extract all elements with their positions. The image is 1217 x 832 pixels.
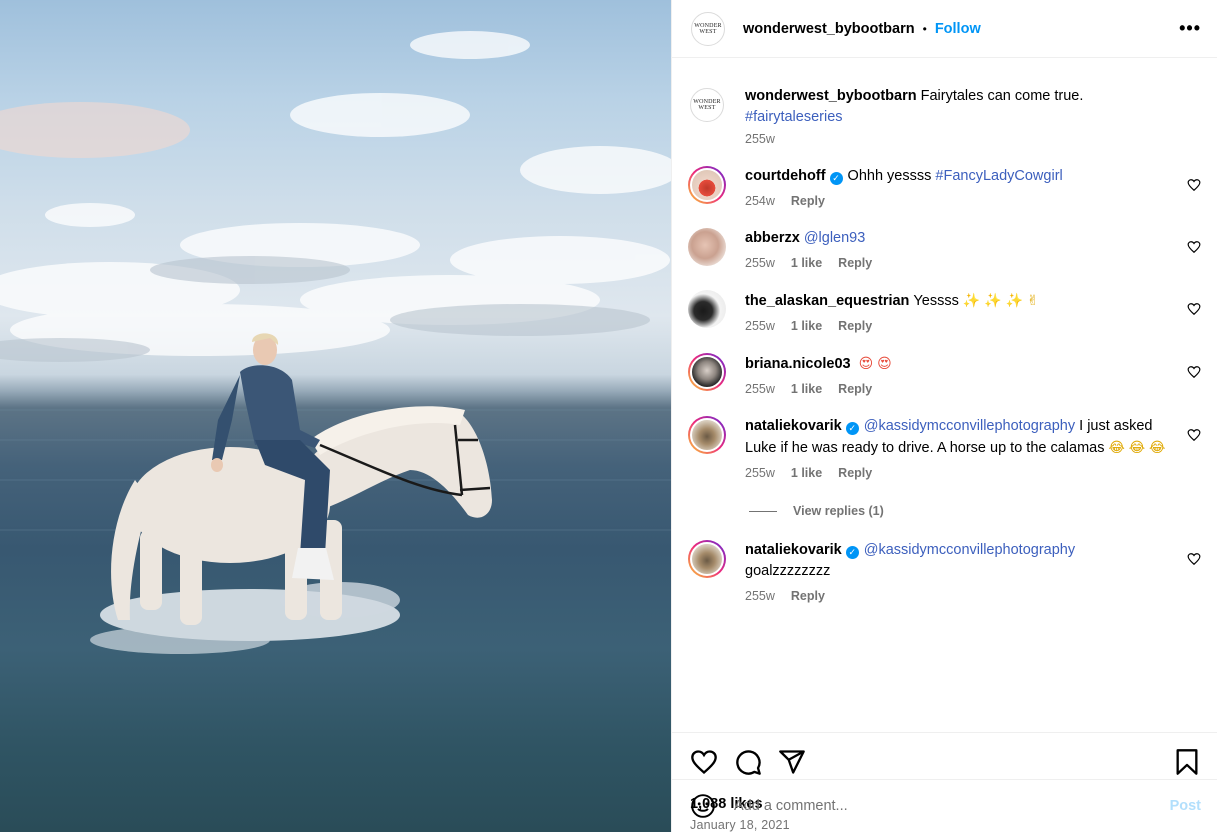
separator-dot: •	[922, 21, 927, 36]
comment-hashtag[interactable]: #FancyLadyCowgirl	[935, 168, 1062, 184]
like-comment-icon[interactable]	[1187, 178, 1201, 192]
post-container: WONDER WEST wonderwest_bybootbarn • Foll…	[0, 0, 1217, 832]
commenter-username[interactable]: nataliekovarik	[745, 542, 842, 558]
reply-button[interactable]: Reply	[838, 319, 872, 333]
comment-text: Yessss	[913, 293, 959, 309]
like-comment-icon[interactable]	[1187, 302, 1201, 316]
like-comment-icon[interactable]	[1187, 552, 1201, 566]
post-comment-button[interactable]: Post	[1170, 798, 1201, 814]
comment-text: goalzzzzzzzz	[745, 563, 831, 579]
caption-row: WONDER WEST wonderwest_bybootbarn Fairyta…	[688, 86, 1217, 146]
reply-button[interactable]: Reply	[791, 194, 825, 208]
comment-like-count[interactable]: 1 like	[791, 382, 822, 396]
caption-time: 255w	[745, 132, 775, 146]
comment-mention[interactable]: @lglen93	[804, 230, 865, 246]
commenter-username[interactable]: briana.nicole03	[745, 356, 851, 372]
comment-input[interactable]	[734, 798, 1170, 814]
view-replies-line	[749, 510, 777, 512]
share-icon[interactable]	[778, 748, 806, 776]
reply-button[interactable]: Reply	[838, 382, 872, 396]
follow-button[interactable]: Follow	[935, 21, 981, 37]
comment-time: 255w	[745, 256, 775, 270]
comment-emojis: 😂 😂 😂	[1108, 439, 1166, 455]
caption-text: Fairytales can come true.	[920, 88, 1084, 104]
commenter-avatar[interactable]	[688, 166, 726, 204]
like-comment-icon[interactable]	[1187, 365, 1201, 379]
commenter-avatar[interactable]	[688, 416, 726, 454]
comment-emojis: 😍 😍	[858, 355, 892, 371]
comment-like-count[interactable]: 1 like	[791, 466, 822, 480]
like-comment-icon[interactable]	[1187, 240, 1201, 254]
comments-list[interactable]: WONDER WEST wonderwest_bybootbarn Fairyta…	[672, 58, 1217, 732]
verified-badge-icon: ✓	[845, 422, 859, 435]
comment-time: 255w	[745, 589, 775, 603]
reply-button[interactable]: Reply	[838, 256, 872, 270]
comment-mention[interactable]: @kassidymcconvillephotography	[864, 418, 1075, 434]
author-avatar[interactable]: WONDER WEST	[691, 11, 725, 46]
comment-like-count[interactable]: 1 like	[791, 256, 822, 270]
logo-text-line2: WEST	[699, 28, 717, 35]
post-image[interactable]	[0, 0, 671, 832]
like-icon[interactable]	[690, 748, 718, 776]
comment-mention[interactable]: @kassidymcconvillephotography	[864, 542, 1075, 558]
caption-author-avatar[interactable]: WONDER WEST	[690, 88, 724, 122]
commenter-avatar[interactable]	[688, 290, 726, 328]
post-side-panel: WONDER WEST wonderwest_bybootbarn • Foll…	[671, 0, 1217, 832]
commenter-username[interactable]: abberzx	[745, 230, 800, 246]
more-options-icon[interactable]: •••	[1179, 18, 1201, 39]
verified-badge-icon: ✓	[829, 172, 843, 185]
comment-item: nataliekovarik ✓ @kassidymcconvillephotogr…	[688, 416, 1217, 480]
caption-username[interactable]: wonderwest_bybootbarn	[745, 88, 917, 104]
view-replies-button[interactable]: View replies (1)	[749, 504, 1217, 518]
view-replies-label: View replies (1)	[793, 504, 884, 518]
comment-time: 254w	[745, 194, 775, 208]
comment-item: courtdehoff ✓ Ohhh yessss #FancyLadyCowgir…	[688, 166, 1217, 208]
commenter-avatar[interactable]	[688, 228, 726, 266]
comment-text: Ohhh yessss	[847, 168, 932, 184]
comment-time: 255w	[745, 466, 775, 480]
horse-rider-photo	[0, 31, 671, 654]
verified-badge-icon: ✓	[845, 546, 859, 559]
comment-item: briana.nicole03 😍 😍 255w 1 like Reply	[688, 353, 1217, 396]
commenter-username[interactable]: courtdehoff	[745, 168, 826, 184]
commenter-avatar[interactable]	[688, 353, 726, 391]
post-header: WONDER WEST wonderwest_bybootbarn • Foll…	[672, 0, 1217, 58]
caption-logo-line2: WEST	[698, 105, 716, 111]
caption-hashtag[interactable]: #fairytaleseries	[745, 109, 843, 125]
author-username[interactable]: wonderwest_bybootbarn	[743, 21, 915, 37]
comment-emojis: ✨ ✨ ✨ ✌	[962, 292, 1039, 308]
comment-like-count[interactable]: 1 like	[791, 319, 822, 333]
comment-composer: Post	[672, 779, 1217, 832]
commenter-username[interactable]: the_alaskan_equestrian	[745, 293, 909, 309]
comment-item: abberzx @lglen93 255w 1 like Reply	[688, 228, 1217, 270]
comment-time: 255w	[745, 382, 775, 396]
reply-button[interactable]: Reply	[838, 466, 872, 480]
bookmark-icon[interactable]	[1173, 748, 1201, 776]
comment-item: nataliekovarik ✓ @kassidymcconvillephotogr…	[688, 540, 1217, 603]
reply-button[interactable]: Reply	[791, 589, 825, 603]
commenter-username[interactable]: nataliekovarik	[745, 418, 842, 434]
commenter-avatar[interactable]	[688, 540, 726, 578]
comment-time: 255w	[745, 319, 775, 333]
comment-icon[interactable]	[734, 748, 762, 776]
like-comment-icon[interactable]	[1187, 428, 1201, 442]
comment-item: the_alaskan_equestrian Yessss ✨ ✨ ✨ ✌ 255…	[688, 290, 1217, 333]
emoji-icon[interactable]	[690, 793, 716, 819]
